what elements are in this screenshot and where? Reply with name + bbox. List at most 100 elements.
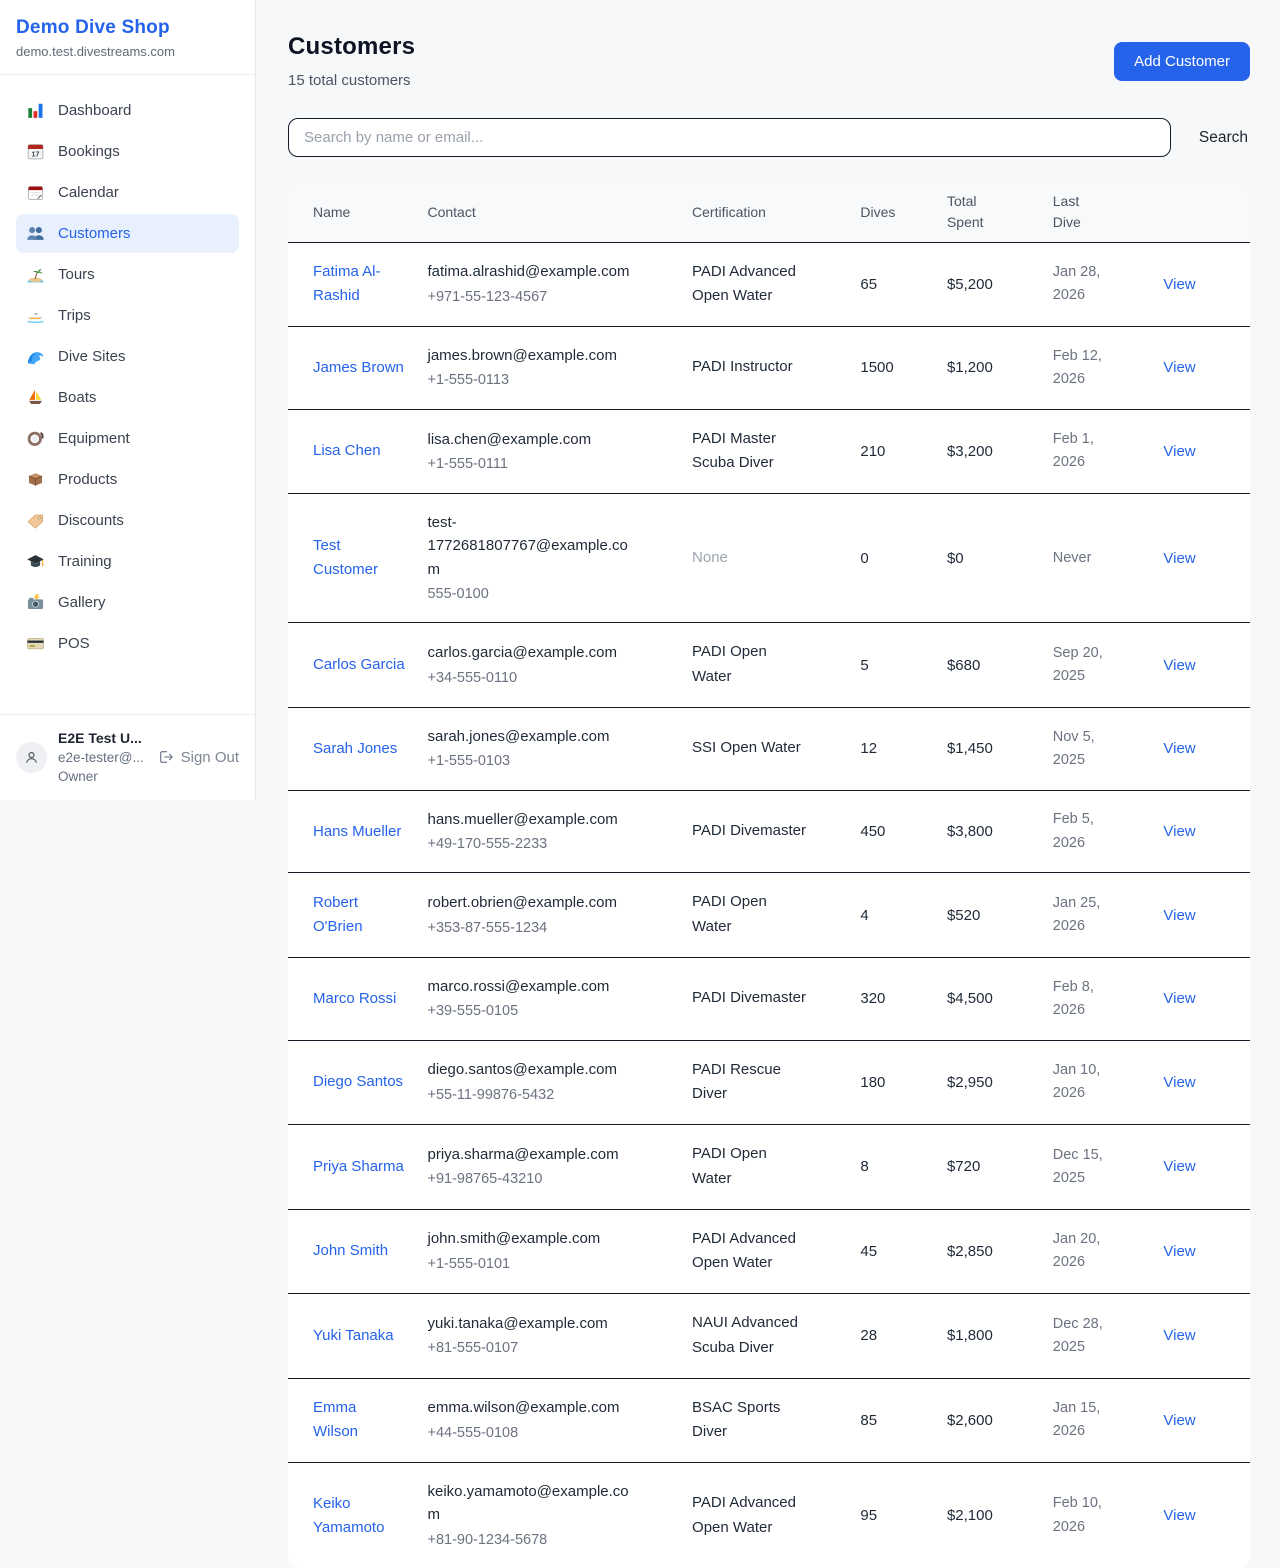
sidebar-item-equipment[interactable]: Equipment [16,419,239,458]
customer-certification: PADI Advanced Open Water [692,1491,810,1541]
customer-certification: PADI Advanced Open Water [692,1227,810,1277]
customer-last-dive-cell: Feb 5, 2026 [1053,790,1164,873]
sign-out-label: Sign Out [181,749,239,766]
sidebar-item-training[interactable]: Training [16,542,239,581]
sidebar-item-label: Tours [58,266,95,283]
customer-total-spent-cell: $5,200 [947,242,1053,327]
customer-certification-cell: SSI Open Water [692,707,860,790]
speedboat-icon [26,306,45,325]
sidebar-item-bookings[interactable]: 17 Bookings [16,132,239,171]
customer-phone: +1-555-0103 [427,750,684,772]
sidebar-item-tours[interactable]: Tours [16,255,239,294]
sidebar-item-label: Customers [58,225,131,242]
customer-phone: +81-90-1234-5678 [427,1529,684,1551]
sidebar-item-pos[interactable]: POS [16,624,239,663]
customer-name-link[interactable]: Priya Sharma [313,1155,404,1179]
customer-name-link[interactable]: Emma Wilson [313,1396,405,1444]
search-button[interactable]: Search [1197,121,1250,155]
customer-name-link[interactable]: Sarah Jones [313,737,397,761]
customer-email: keiko.yamamoto@example.com [427,1480,632,1527]
view-link[interactable]: View [1163,550,1195,567]
customer-name-link[interactable]: Test Customer [313,534,405,582]
column-header-dives: Dives [860,183,947,242]
view-link[interactable]: View [1163,740,1195,757]
customer-name-link[interactable]: Marco Rossi [313,987,396,1011]
customer-last-dive-cell: Sep 20, 2025 [1053,623,1164,708]
customer-name-link[interactable]: Fatima Al-Rashid [313,260,405,308]
column-header-name: Name [288,183,427,242]
customer-certification-cell: BSAC Sports Diver [692,1378,860,1463]
view-link[interactable]: View [1163,276,1195,293]
view-link[interactable]: View [1163,1158,1195,1175]
customer-dives-cell: 450 [860,790,947,873]
view-link[interactable]: View [1163,1074,1195,1091]
customer-total-spent: $2,850 [947,1243,993,1260]
sidebar-item-trips[interactable]: Trips [16,296,239,335]
customer-name-cell: Priya Sharma [288,1125,427,1210]
table-row: John Smith john.smith@example.com +1-555… [288,1209,1250,1294]
customer-certification-cell: NAUI Advanced Scuba Diver [692,1294,860,1379]
table-row: Hans Mueller hans.mueller@example.com +4… [288,790,1250,873]
user-info: E2E Test U... e2e-tester@... Owner [58,728,144,787]
view-link[interactable]: View [1163,1412,1195,1429]
sidebar-item-dashboard[interactable]: Dashboard [16,91,239,130]
customer-total-spent-cell: $3,200 [947,409,1053,494]
add-customer-button[interactable]: Add Customer [1114,42,1250,81]
customer-name-link[interactable]: Lisa Chen [313,439,381,463]
customer-contact-cell: yuki.tanaka@example.com +81-555-0107 [427,1294,692,1379]
view-link[interactable]: View [1163,359,1195,376]
view-link[interactable]: View [1163,823,1195,840]
customer-total-spent-cell: $2,950 [947,1040,1053,1125]
customer-total-spent-cell: $520 [947,873,1053,958]
credit-card-icon [26,634,45,653]
sign-out-button[interactable]: Sign Out [158,749,239,766]
customer-dives: 95 [860,1507,877,1524]
sidebar-item-boats[interactable]: Boats [16,378,239,417]
title-block: Customers 15 total customers [288,33,415,89]
sidebar-item-calendar[interactable]: Calendar [16,173,239,212]
view-link[interactable]: View [1163,657,1195,674]
search-input[interactable] [288,118,1171,157]
customer-certification: PADI Open Water [692,890,810,940]
sidebar-item-discounts[interactable]: Discounts [16,501,239,540]
customer-total-spent-cell: $0 [947,494,1053,623]
customer-name-link[interactable]: Robert O'Brien [313,891,405,939]
customer-name-cell: Carlos Garcia [288,623,427,708]
sidebar-item-products[interactable]: Products [16,460,239,499]
shop-block: Demo Dive Shop demo.test.divestreams.com [0,0,255,75]
shop-domain: demo.test.divestreams.com [16,44,239,59]
view-link[interactable]: View [1163,443,1195,460]
user-name: E2E Test U... [58,728,144,748]
customer-email: emma.wilson@example.com [427,1396,632,1419]
customer-name-link[interactable]: Keiko Yamamoto [313,1492,405,1540]
customer-phone: +1-555-0101 [427,1253,684,1275]
customer-name-link[interactable]: Carlos Garcia [313,653,405,677]
customer-last-dive: Jan 25, 2026 [1053,892,1115,938]
view-link[interactable]: View [1163,907,1195,924]
view-link[interactable]: View [1163,1243,1195,1260]
sidebar-item-dive-sites[interactable]: Dive Sites [16,337,239,376]
customer-total-spent-cell: $1,450 [947,707,1053,790]
table-row: Emma Wilson emma.wilson@example.com +44-… [288,1378,1250,1463]
customer-name-link[interactable]: Hans Mueller [313,820,401,844]
sidebar-item-label: Bookings [58,143,120,160]
customer-actions-cell: View [1163,957,1250,1040]
avatar [16,742,47,773]
customer-name-link[interactable]: James Brown [313,356,404,380]
customer-dives-cell: 0 [860,494,947,623]
customer-contact-cell: emma.wilson@example.com +44-555-0108 [427,1378,692,1463]
customer-name-link[interactable]: Diego Santos [313,1070,403,1094]
sidebar-item-customers[interactable]: Customers [16,214,239,253]
customer-total-spent: $5,200 [947,276,993,293]
view-link[interactable]: View [1163,1327,1195,1344]
view-link[interactable]: View [1163,1507,1195,1524]
customer-name-link[interactable]: John Smith [313,1239,388,1263]
customer-name-link[interactable]: Yuki Tanaka [313,1324,394,1348]
customer-phone: +49-170-555-2233 [427,833,684,855]
customer-email: carlos.garcia@example.com [427,641,632,664]
customer-certification: PADI Divemaster [692,986,806,1011]
view-link[interactable]: View [1163,990,1195,1007]
customer-email: john.smith@example.com [427,1227,632,1250]
sidebar-item-gallery[interactable]: Gallery [16,583,239,622]
customer-contact-cell: priya.sharma@example.com +91-98765-43210 [427,1125,692,1210]
